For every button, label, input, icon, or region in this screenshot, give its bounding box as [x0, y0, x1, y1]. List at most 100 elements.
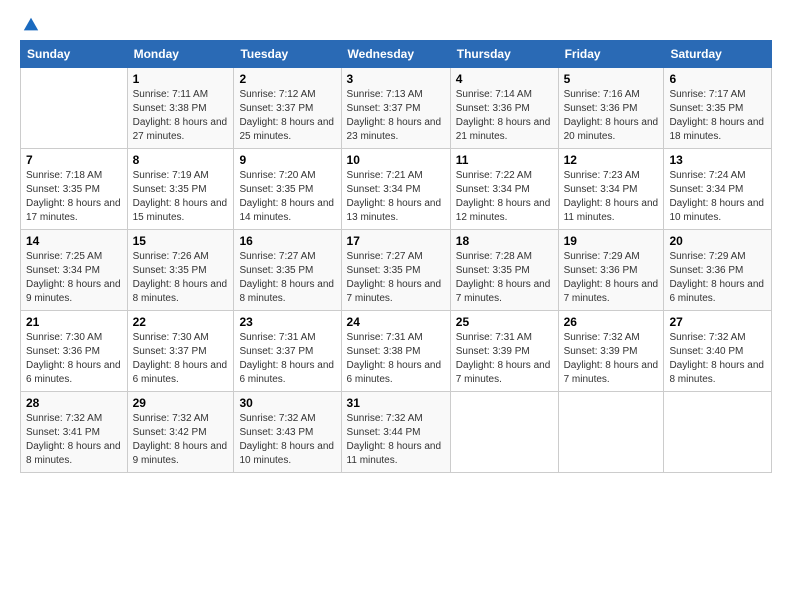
calendar-cell: 6Sunrise: 7:17 AMSunset: 3:35 PMDaylight…: [664, 68, 772, 149]
calendar-cell: 2 Sunrise: 7:12 AMSunset: 3:37 PMDaylight…: [234, 68, 341, 149]
calendar-cell: 21 Sunrise: 7:30 AMSunset: 3:36 PMDayligh…: [21, 311, 128, 392]
calendar-cell: 29Sunrise: 7:32 AMSunset: 3:42 PMDayligh…: [127, 392, 234, 473]
day-info: Sunrise: 7:32 AMSunset: 3:41 PMDaylight:…: [26, 412, 122, 468]
calendar-cell: 25 Sunrise: 7:31 AMSunset: 3:39 PMDayligh…: [450, 311, 558, 392]
calendar-cell: 30 Sunrise: 7:32 AMSunset: 3:43 PMDayligh…: [234, 392, 341, 473]
calendar-cell: 17 Sunrise: 7:27 AMSunset: 3:35 PMDayligh…: [341, 230, 450, 311]
day-info: Sunrise: 7:27 AMSunset: 3:35 PMDaylight:…: [239, 250, 335, 306]
day-info: Sunrise: 7:23 AMSunset: 3:34 PMDaylight:…: [564, 169, 659, 225]
day-info: Sunrise: 7:20 AMSunset: 3:35 PMDaylight:…: [239, 169, 335, 225]
calendar-cell: 4 Sunrise: 7:14 AMSunset: 3:36 PMDaylight…: [450, 68, 558, 149]
calendar-cell: 8 Sunrise: 7:19 AMSunset: 3:35 PMDaylight…: [127, 149, 234, 230]
calendar-cell: 1 Sunrise: 7:11 AMSunset: 3:38 PMDaylight…: [127, 68, 234, 149]
day-info: Sunrise: 7:32 AMSunset: 3:43 PMDaylight:…: [239, 412, 335, 468]
day-number: 24: [347, 315, 445, 329]
day-number: 8: [133, 153, 229, 167]
calendar-week-row: 14 Sunrise: 7:25 AMSunset: 3:34 PMDayligh…: [21, 230, 772, 311]
page-header: [20, 16, 772, 30]
day-info: Sunrise: 7:31 AMSunset: 3:38 PMDaylight:…: [347, 331, 445, 387]
day-number: 22: [133, 315, 229, 329]
calendar-cell: 27 Sunrise: 7:32 AMSunset: 3:40 PMDayligh…: [664, 311, 772, 392]
logo: [20, 16, 40, 30]
day-number: 4: [456, 72, 553, 86]
day-info: Sunrise: 7:19 AMSunset: 3:35 PMDaylight:…: [133, 169, 229, 225]
day-info: Sunrise: 7:24 AMSunset: 3:34 PMDaylight:…: [669, 169, 766, 225]
day-number: 30: [239, 396, 335, 410]
day-info: Sunrise: 7:32 AMSunset: 3:44 PMDaylight:…: [347, 412, 445, 468]
calendar-cell: 18 Sunrise: 7:28 AMSunset: 3:35 PMDayligh…: [450, 230, 558, 311]
day-number: 1: [133, 72, 229, 86]
day-info: Sunrise: 7:11 AMSunset: 3:38 PMDaylight:…: [133, 88, 229, 144]
day-number: 9: [239, 153, 335, 167]
day-info: Sunrise: 7:28 AMSunset: 3:35 PMDaylight:…: [456, 250, 553, 306]
day-info: Sunrise: 7:32 AMSunset: 3:39 PMDaylight:…: [564, 331, 659, 387]
day-info: Sunrise: 7:12 AMSunset: 3:37 PMDaylight:…: [239, 88, 335, 144]
calendar-cell: 23 Sunrise: 7:31 AMSunset: 3:37 PMDayligh…: [234, 311, 341, 392]
day-info: Sunrise: 7:27 AMSunset: 3:35 PMDaylight:…: [347, 250, 445, 306]
calendar-cell: [664, 392, 772, 473]
calendar-cell: 3Sunrise: 7:13 AMSunset: 3:37 PMDaylight…: [341, 68, 450, 149]
day-number: 12: [564, 153, 659, 167]
day-number: 25: [456, 315, 553, 329]
calendar-cell: 20Sunrise: 7:29 AMSunset: 3:36 PMDayligh…: [664, 230, 772, 311]
day-number: 26: [564, 315, 659, 329]
day-number: 27: [669, 315, 766, 329]
calendar-week-row: 1 Sunrise: 7:11 AMSunset: 3:38 PMDaylight…: [21, 68, 772, 149]
day-number: 14: [26, 234, 122, 248]
day-number: 29: [133, 396, 229, 410]
calendar-cell: 14 Sunrise: 7:25 AMSunset: 3:34 PMDayligh…: [21, 230, 128, 311]
column-header-tuesday: Tuesday: [234, 41, 341, 68]
logo-icon: [22, 16, 40, 34]
day-info: Sunrise: 7:14 AMSunset: 3:36 PMDaylight:…: [456, 88, 553, 144]
day-info: Sunrise: 7:26 AMSunset: 3:35 PMDaylight:…: [133, 250, 229, 306]
calendar-cell: 13 Sunrise: 7:24 AMSunset: 3:34 PMDayligh…: [664, 149, 772, 230]
column-header-monday: Monday: [127, 41, 234, 68]
day-info: Sunrise: 7:21 AMSunset: 3:34 PMDaylight:…: [347, 169, 445, 225]
day-info: Sunrise: 7:16 AMSunset: 3:36 PMDaylight:…: [564, 88, 659, 144]
calendar-cell: 22 Sunrise: 7:30 AMSunset: 3:37 PMDayligh…: [127, 311, 234, 392]
day-number: 23: [239, 315, 335, 329]
day-number: 18: [456, 234, 553, 248]
calendar-cell: 7 Sunrise: 7:18 AMSunset: 3:35 PMDaylight…: [21, 149, 128, 230]
day-number: 5: [564, 72, 659, 86]
day-number: 20: [669, 234, 766, 248]
calendar-cell: 11Sunrise: 7:22 AMSunset: 3:34 PMDayligh…: [450, 149, 558, 230]
day-number: 3: [347, 72, 445, 86]
calendar-cell: 5 Sunrise: 7:16 AMSunset: 3:36 PMDaylight…: [558, 68, 664, 149]
day-info: Sunrise: 7:30 AMSunset: 3:37 PMDaylight:…: [133, 331, 229, 387]
day-info: Sunrise: 7:29 AMSunset: 3:36 PMDaylight:…: [564, 250, 659, 306]
calendar-cell: 26 Sunrise: 7:32 AMSunset: 3:39 PMDayligh…: [558, 311, 664, 392]
column-header-sunday: Sunday: [21, 41, 128, 68]
day-number: 15: [133, 234, 229, 248]
day-number: 2: [239, 72, 335, 86]
day-info: Sunrise: 7:25 AMSunset: 3:34 PMDaylight:…: [26, 250, 122, 306]
day-info: Sunrise: 7:30 AMSunset: 3:36 PMDaylight:…: [26, 331, 122, 387]
day-info: Sunrise: 7:32 AMSunset: 3:40 PMDaylight:…: [669, 331, 766, 387]
day-info: Sunrise: 7:31 AMSunset: 3:37 PMDaylight:…: [239, 331, 335, 387]
column-header-saturday: Saturday: [664, 41, 772, 68]
day-number: 19: [564, 234, 659, 248]
calendar-cell: [450, 392, 558, 473]
day-number: 16: [239, 234, 335, 248]
column-header-thursday: Thursday: [450, 41, 558, 68]
day-number: 11: [456, 153, 553, 167]
day-number: 7: [26, 153, 122, 167]
day-number: 17: [347, 234, 445, 248]
day-info: Sunrise: 7:31 AMSunset: 3:39 PMDaylight:…: [456, 331, 553, 387]
calendar-week-row: 21 Sunrise: 7:30 AMSunset: 3:36 PMDayligh…: [21, 311, 772, 392]
calendar-cell: 24 Sunrise: 7:31 AMSunset: 3:38 PMDayligh…: [341, 311, 450, 392]
calendar-cell: 19 Sunrise: 7:29 AMSunset: 3:36 PMDayligh…: [558, 230, 664, 311]
calendar-cell: 9 Sunrise: 7:20 AMSunset: 3:35 PMDaylight…: [234, 149, 341, 230]
calendar-cell: 15 Sunrise: 7:26 AMSunset: 3:35 PMDayligh…: [127, 230, 234, 311]
header-row: SundayMondayTuesdayWednesdayThursdayFrid…: [21, 41, 772, 68]
calendar-cell: 12 Sunrise: 7:23 AMSunset: 3:34 PMDayligh…: [558, 149, 664, 230]
calendar-cell: 16 Sunrise: 7:27 AMSunset: 3:35 PMDayligh…: [234, 230, 341, 311]
day-number: 21: [26, 315, 122, 329]
calendar-cell: [558, 392, 664, 473]
day-number: 13: [669, 153, 766, 167]
calendar-cell: 28Sunrise: 7:32 AMSunset: 3:41 PMDayligh…: [21, 392, 128, 473]
day-number: 10: [347, 153, 445, 167]
day-info: Sunrise: 7:18 AMSunset: 3:35 PMDaylight:…: [26, 169, 122, 225]
day-info: Sunrise: 7:17 AMSunset: 3:35 PMDaylight:…: [669, 88, 766, 144]
column-header-wednesday: Wednesday: [341, 41, 450, 68]
